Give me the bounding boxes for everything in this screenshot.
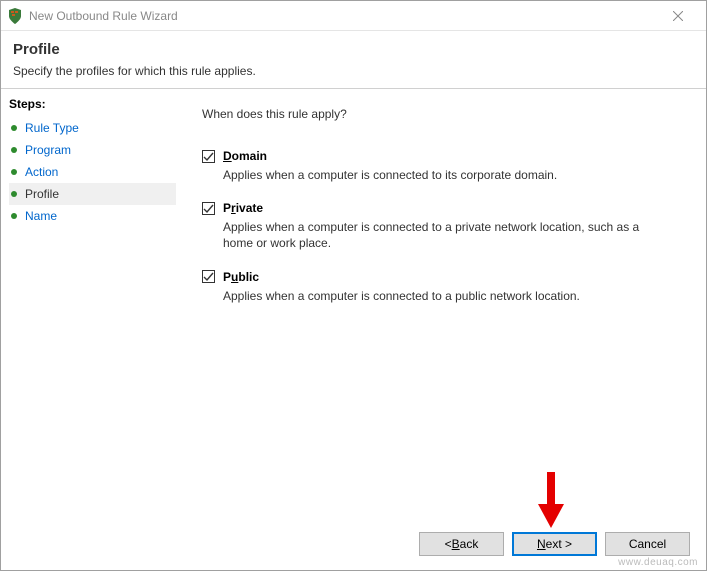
checkbox-private[interactable] [202, 202, 215, 215]
step-action[interactable]: Action [9, 161, 176, 183]
back-button[interactable]: < Back [419, 532, 504, 556]
titlebar: New Outbound Rule Wizard [1, 1, 706, 31]
option-desc-domain: Applies when a computer is connected to … [223, 167, 663, 183]
check-icon [203, 203, 214, 214]
check-icon [203, 151, 214, 162]
window-title: New Outbound Rule Wizard [29, 9, 655, 23]
option-desc-public: Applies when a computer is connected to … [223, 288, 663, 304]
next-button[interactable]: Next > [512, 532, 597, 556]
option-desc-private: Applies when a computer is connected to … [223, 219, 663, 251]
watermark: www.deuaq.com [618, 557, 698, 568]
option-private: Private Applies when a computer is conne… [202, 201, 686, 251]
step-label: Rule Type [25, 121, 79, 135]
body: Steps: Rule Type Program Action Profile … [1, 89, 706, 570]
button-row: < Back Next > Cancel [419, 532, 690, 556]
bullet-icon [11, 169, 17, 175]
option-label-domain: Domain [223, 149, 267, 163]
bullet-icon [11, 191, 17, 197]
step-rule-type[interactable]: Rule Type [9, 117, 176, 139]
option-public: Public Applies when a computer is connec… [202, 270, 686, 304]
steps-panel: Steps: Rule Type Program Action Profile … [1, 89, 176, 570]
firewall-icon [7, 8, 23, 24]
step-label: Profile [25, 187, 59, 201]
checkbox-domain[interactable] [202, 150, 215, 163]
step-label: Action [25, 165, 58, 179]
page-title: Profile [13, 41, 694, 58]
check-icon [203, 271, 214, 282]
step-name[interactable]: Name [9, 205, 176, 227]
step-label: Name [25, 209, 57, 223]
steps-title: Steps: [9, 97, 176, 111]
option-domain: Domain Applies when a computer is connec… [202, 149, 686, 183]
step-label: Program [25, 143, 71, 157]
cancel-button[interactable]: Cancel [605, 532, 690, 556]
step-profile[interactable]: Profile [9, 183, 176, 205]
bullet-icon [11, 125, 17, 131]
step-program[interactable]: Program [9, 139, 176, 161]
content-panel: When does this rule apply? Domain Applie… [176, 89, 706, 570]
option-label-private: Private [223, 201, 263, 215]
bullet-icon [11, 213, 17, 219]
checkbox-public[interactable] [202, 270, 215, 283]
question-text: When does this rule apply? [202, 107, 686, 121]
bullet-icon [11, 147, 17, 153]
page-subtitle: Specify the profiles for which this rule… [13, 64, 694, 78]
header: Profile Specify the profiles for which t… [1, 31, 706, 88]
option-label-public: Public [223, 270, 259, 284]
wizard-window: New Outbound Rule Wizard Profile Specify… [0, 0, 707, 571]
close-button[interactable] [655, 2, 700, 30]
close-icon [673, 11, 683, 21]
